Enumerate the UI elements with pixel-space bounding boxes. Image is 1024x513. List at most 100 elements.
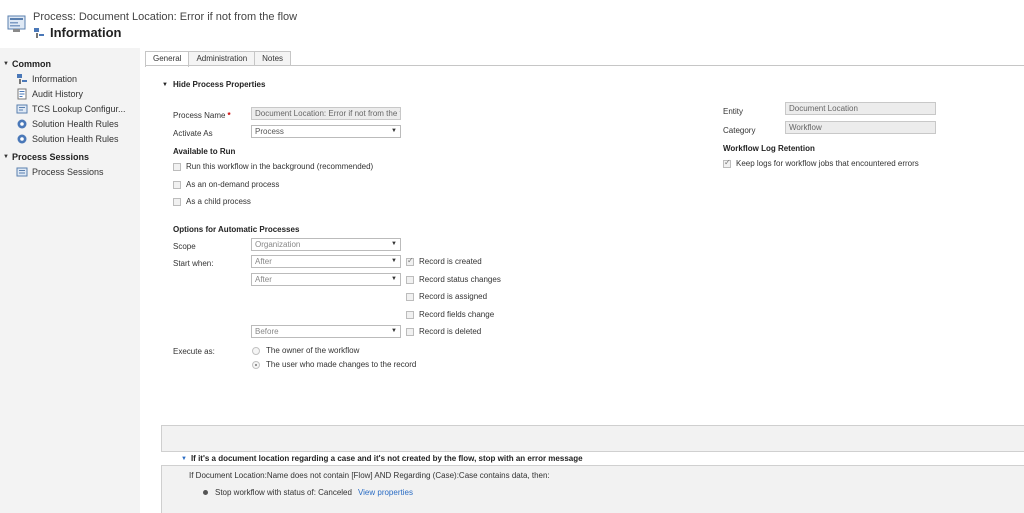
activate-as-value: Process: [255, 127, 284, 136]
start-when-label: Start when:: [173, 259, 214, 268]
run-background-checkbox[interactable]: Run this workflow in the background (rec…: [173, 162, 373, 171]
radio-dot: [252, 346, 260, 355]
view-properties-link[interactable]: View properties: [358, 488, 413, 497]
checkbox-box: [173, 180, 181, 189]
checkbox-box: [173, 162, 181, 171]
sidebar-item-label: TCS Lookup Configur...: [32, 104, 126, 114]
activate-as-select[interactable]: Process ▼: [251, 125, 401, 138]
chevron-down-icon: ▼: [391, 128, 397, 134]
record-created-checkbox[interactable]: Record is created: [406, 256, 482, 266]
step-header[interactable]: ▼ If it's a document location regarding …: [161, 451, 1024, 466]
execute-owner-radio[interactable]: The owner of the workflow: [252, 346, 359, 355]
sidebar-group-common[interactable]: ▼ Common: [3, 59, 51, 69]
sidebar-group-label: Common: [11, 59, 51, 69]
execute-user-radio[interactable]: The user who made changes to the record: [252, 360, 416, 369]
scope-label: Scope: [173, 242, 196, 251]
checkbox-label: Keep logs for workflow jobs that encount…: [736, 159, 919, 168]
workflow-designer: [161, 425, 1024, 513]
chevron-down-icon: ▼: [391, 328, 397, 334]
sidebar-item-information[interactable]: Information: [16, 73, 77, 85]
checkbox-label: Record fields change: [419, 310, 495, 319]
step-title: If it's a document location regarding a …: [190, 454, 583, 463]
stop-action[interactable]: Stop workflow with status of: Canceled V…: [203, 488, 413, 497]
page-header: Process: Document Location: Error if not…: [0, 0, 1024, 48]
checkbox-box: [406, 275, 414, 284]
record-title: Process: Document Location: Error if not…: [33, 11, 298, 23]
category-field[interactable]: Workflow: [785, 121, 936, 134]
chevron-down-icon: ▼: [391, 241, 397, 247]
entity-field[interactable]: Document Location: [785, 102, 936, 115]
sidebar-item-label: Audit History: [32, 89, 84, 99]
options-auto-label: Options for Automatic Processes: [173, 225, 300, 234]
radio-label: The user who made changes to the record: [266, 360, 417, 369]
form-icon: [34, 28, 44, 38]
scope-value: Organization: [255, 240, 301, 249]
checkbox-box: [173, 197, 181, 206]
checkbox-label: Run this workflow in the background (rec…: [186, 162, 374, 171]
activate-as-label: Activate As: [173, 129, 213, 138]
start-when-delete-select[interactable]: Before ▼: [251, 325, 401, 338]
sidebar-item-label: Information: [32, 74, 78, 84]
scope-select[interactable]: Organization ▼: [251, 238, 401, 251]
hide-properties-toggle[interactable]: ▼ Hide Process Properties: [162, 80, 265, 89]
bullet-icon: [203, 490, 208, 495]
available-to-run-label: Available to Run: [173, 147, 236, 156]
checkbox-label: As a child process: [186, 197, 251, 206]
sidebar-item-label: Solution Health Rules: [32, 134, 119, 144]
sidebar-item-solution-health-rules-1[interactable]: Solution Health Rules: [16, 118, 119, 130]
collapse-icon: ▼: [181, 455, 187, 462]
collapse-icon: ▼: [3, 154, 9, 160]
start-when-create-select[interactable]: After ▼: [251, 255, 401, 268]
action-text: Stop workflow with status of: Canceled: [215, 488, 352, 497]
record-deleted-checkbox[interactable]: Record is deleted: [406, 327, 481, 336]
start-when-value: Before: [255, 327, 279, 336]
start-when-status-select[interactable]: After ▼: [251, 273, 401, 286]
chevron-down-icon: ▼: [391, 276, 397, 282]
entity-label: Entity: [723, 107, 744, 116]
condition-text[interactable]: If Document Location:Name does not conta…: [189, 471, 550, 480]
process-name-label: Process Name *: [173, 111, 231, 120]
record-fields-change-checkbox[interactable]: Record fields change: [406, 310, 494, 319]
record-assigned-checkbox[interactable]: Record is assigned: [406, 292, 487, 301]
record-status-changes-checkbox[interactable]: Record status changes: [406, 275, 501, 284]
keep-logs-checkbox[interactable]: Keep logs for workflow jobs that encount…: [723, 158, 919, 168]
checkbox-box: [406, 310, 414, 319]
checkbox-label: Record is created: [419, 257, 482, 266]
gear-icon: [17, 134, 27, 144]
sidebar: ▼ Common Information Audit History TCS L…: [0, 48, 140, 513]
start-when-value: After: [255, 275, 272, 284]
category-label: Category: [723, 126, 756, 135]
checkbox-box: [406, 327, 414, 336]
process-icon: [7, 15, 26, 32]
on-demand-checkbox[interactable]: As an on-demand process: [173, 180, 279, 189]
process-name-label-text: Process Name: [173, 111, 226, 120]
chevron-down-icon: ▼: [391, 258, 397, 264]
section-title: Hide Process Properties: [172, 80, 266, 89]
form-selector[interactable]: Information: [50, 25, 122, 40]
radio-label: The owner of the workflow: [266, 346, 360, 355]
process-name-field[interactable]: Document Location: Error if not from the…: [251, 107, 401, 120]
collapse-icon: ▼: [3, 61, 9, 67]
child-process-checkbox[interactable]: As a child process: [173, 197, 251, 206]
tab-divider: [145, 65, 1024, 66]
log-retention-label: Workflow Log Retention: [723, 144, 815, 153]
sidebar-group-label: Process Sessions: [11, 152, 89, 162]
checkbox-box: [406, 292, 414, 301]
execute-as-label: Execute as:: [173, 347, 215, 356]
sidebar-item-solution-health-rules-2[interactable]: Solution Health Rules: [16, 133, 119, 145]
form-icon: [17, 74, 27, 84]
tab-administration[interactable]: Administration: [188, 51, 256, 66]
audit-icon: [17, 88, 27, 100]
start-when-value: After: [255, 257, 272, 266]
checkbox-label: As an on-demand process: [186, 180, 280, 189]
sidebar-item-audit-history[interactable]: Audit History: [16, 88, 83, 100]
sidebar-group-process-sessions[interactable]: ▼ Process Sessions: [3, 152, 89, 162]
checkbox-box: [406, 256, 414, 266]
sidebar-item-tcs-lookup[interactable]: TCS Lookup Configur...: [16, 103, 126, 115]
collapse-icon: ▼: [162, 81, 168, 88]
sidebar-item-process-sessions[interactable]: Process Sessions: [16, 166, 104, 178]
tab-notes[interactable]: Notes: [254, 51, 292, 66]
checkbox-box: [723, 158, 731, 168]
checkbox-label: Record status changes: [419, 275, 501, 284]
entity-icon: [16, 104, 28, 114]
